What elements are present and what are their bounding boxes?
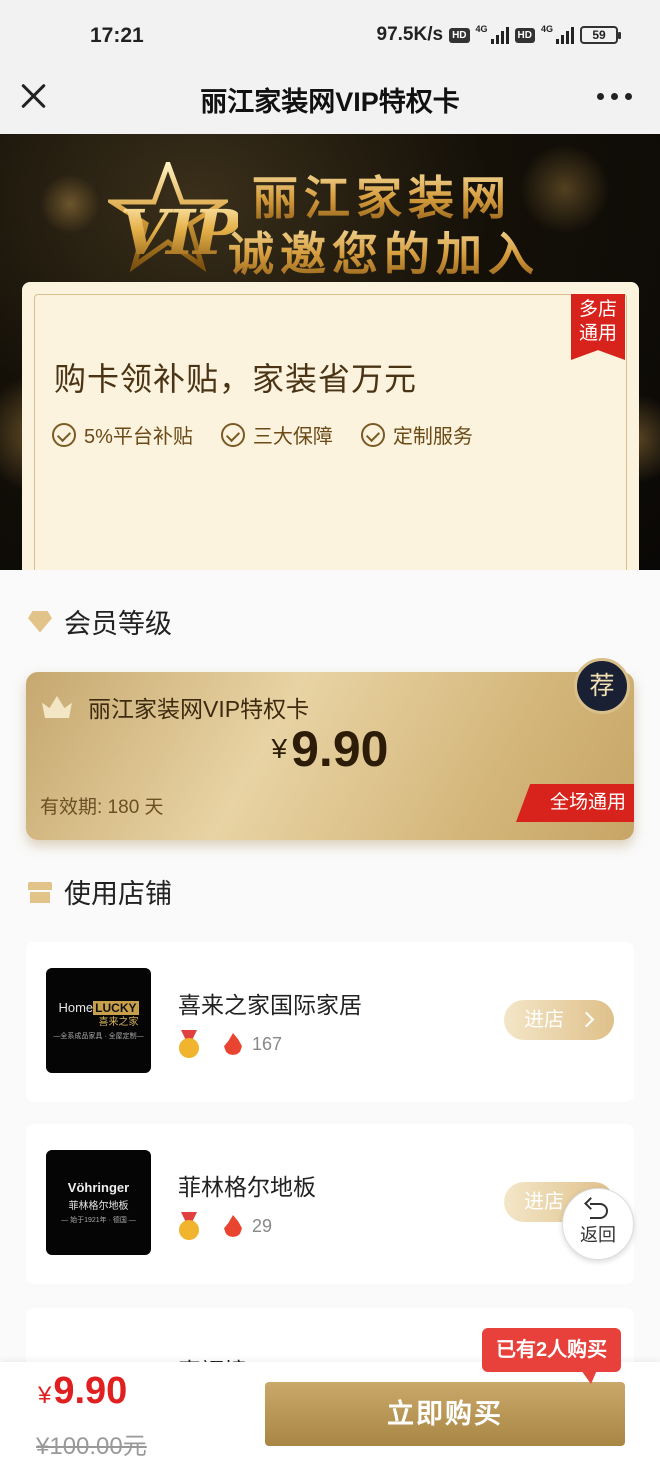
- feature-item: 三大保障: [220, 420, 333, 449]
- feature-item: 5%平台补贴: [52, 420, 193, 449]
- store-meta: 167: [178, 1030, 282, 1058]
- hd-icon: HD: [514, 27, 535, 43]
- membership-card[interactable]: 丽江家装网VIP特权卡 ¥9.90 有效期: 180 天 全场通用 荐: [26, 658, 634, 840]
- chevron-right-icon: [578, 1011, 595, 1028]
- store-heat: 29: [252, 1215, 273, 1236]
- medal-icon: [178, 1030, 200, 1058]
- back-arrow-icon: [586, 1199, 610, 1219]
- membership-validity: 有效期: 180 天: [40, 797, 164, 818]
- store-name: 菲林格尔地板: [178, 1174, 316, 1200]
- store-logo: Home LUCKY 喜来之家 —全系成品家具 · 全屋定制—: [46, 968, 151, 1073]
- recommend-badge: 荐: [574, 658, 630, 714]
- status-indicators: 97.5K/s HD 4G HD 4G 59: [376, 24, 621, 46]
- section-stores: 使用店铺: [28, 872, 172, 911]
- diamond-icon: [28, 610, 52, 633]
- section-membership: 会员等级: [28, 602, 172, 641]
- bought-count-bubble: 已有2人购买: [482, 1328, 622, 1384]
- store-meta: 29: [178, 1212, 272, 1240]
- crown-icon: [42, 696, 72, 718]
- scope-badge: 全场通用: [516, 784, 634, 822]
- vip-badge: VIP: [120, 196, 240, 269]
- store-card[interactable]: Home LUCKY 喜来之家 —全系成品家具 · 全屋定制— 喜来之家国际家居 …: [26, 942, 634, 1102]
- signal-icon: [490, 26, 509, 44]
- check-circle-icon: [220, 422, 245, 447]
- page-title: 丽江家装网VIP特权卡: [200, 87, 460, 117]
- original-price: ¥100.00元: [36, 1433, 147, 1460]
- fire-icon: [224, 1033, 242, 1055]
- back-float-button[interactable]: 返回: [562, 1188, 634, 1260]
- bottom-bar: ¥9.90 ¥100.00元 立即购买: [0, 1362, 660, 1467]
- hd-icon: HD: [449, 27, 470, 43]
- check-circle-icon: [360, 422, 385, 447]
- network-speed: 97.5K/s: [376, 24, 444, 45]
- enter-store-button[interactable]: 进店: [504, 1000, 614, 1040]
- buy-now-button[interactable]: 立即购买: [265, 1382, 625, 1446]
- store-name: 喜来之家国际家居: [178, 992, 362, 1018]
- benefit-features: 5%平台补贴 三大保障 定制服务: [52, 420, 473, 449]
- benefit-headline: 购卡领补贴，家装省万元: [54, 361, 418, 397]
- network-type: 4G: [475, 24, 488, 34]
- more-icon[interactable]: [597, 93, 632, 100]
- check-circle-icon: [52, 422, 76, 447]
- bottom-price: ¥9.90: [38, 1370, 128, 1412]
- nav-bar: 丽江家装网VIP特权卡: [0, 68, 660, 134]
- status-bar: 17:21 97.5K/s HD 4G HD 4G 59: [0, 0, 660, 68]
- medal-icon: [178, 1212, 200, 1240]
- fire-icon: [224, 1215, 242, 1237]
- benefit-card: 多店通用 购卡领补贴，家装省万元 5%平台补贴 三大保障 定制服务: [22, 282, 639, 602]
- store-logo: Vöhringer 菲林格尔地板 — 始于1921年 · 德国 —: [46, 1150, 151, 1255]
- feature-item: 定制服务: [360, 420, 473, 449]
- shop-icon: [28, 880, 52, 904]
- battery-icon: 59: [580, 26, 621, 44]
- membership-price: ¥9.90: [271, 721, 389, 777]
- store-card[interactable]: Vöhringer 菲林格尔地板 — 始于1921年 · 德国 — 菲林格尔地板…: [26, 1124, 634, 1284]
- hero-subtitle: 诚邀您的加入: [228, 218, 540, 284]
- status-time: 17:21: [90, 24, 144, 47]
- network-type: 4G: [540, 24, 553, 34]
- signal-icon: [556, 26, 574, 44]
- membership-card-name: 丽江家装网VIP特权卡: [88, 696, 310, 722]
- store-heat: 167: [252, 1033, 283, 1054]
